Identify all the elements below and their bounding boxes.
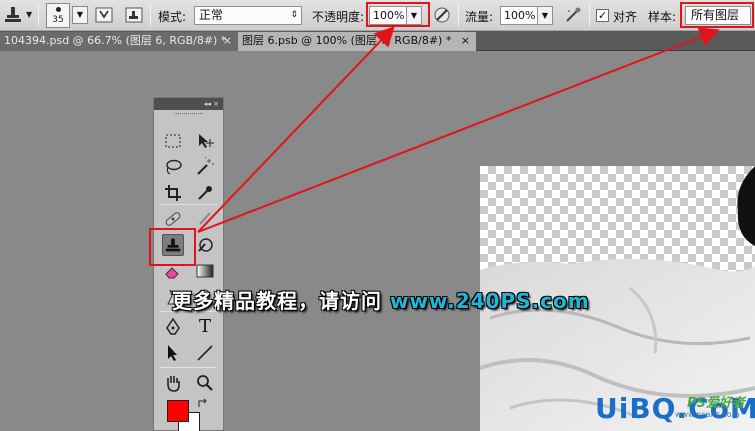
tab-label: 104394.psd @ 66.7% (图层 6, RGB/8#) *	[4, 34, 227, 47]
brush-icon[interactable]	[194, 208, 216, 230]
clone-stamp-tool-icon[interactable]	[2, 4, 24, 26]
logo-small-text: www.psahz.com	[675, 410, 740, 419]
blend-mode-select[interactable]: 正常 ⇕	[194, 6, 302, 25]
highlight-opacity-box	[366, 2, 430, 27]
logo-sub-text: PS爱好者	[687, 396, 745, 411]
chevron-updown-icon: ⇕	[290, 10, 298, 20]
aligned-label: 对齐	[613, 10, 638, 24]
promo-url[interactable]: www.240PS.com	[390, 289, 590, 313]
foreground-color-swatch[interactable]	[167, 400, 189, 422]
highlight-sample-box	[680, 2, 754, 28]
pressure-opacity-icon[interactable]	[432, 5, 452, 25]
arrow-to-opacity	[197, 26, 395, 233]
opacity-label: 不透明度:	[312, 10, 365, 24]
tool-preset-chevron-down-icon[interactable]: ▼	[26, 10, 32, 19]
brush-panel-icon[interactable]	[94, 5, 114, 25]
divider	[160, 204, 217, 205]
airbrush-icon[interactable]	[563, 5, 583, 25]
tab-label: 图层 6.psb @ 100% (图层 7, RGB/8#) *	[242, 34, 452, 47]
line-tool-icon[interactable]	[194, 342, 216, 364]
hand-tool-icon[interactable]	[162, 372, 184, 394]
close-icon[interactable]: ×	[461, 32, 470, 50]
tools-panel-header[interactable]: ◂◂ ×	[154, 98, 223, 110]
highlight-clone-stamp-box	[149, 228, 196, 266]
type-tool-icon[interactable]: T	[194, 316, 216, 338]
panel-grip[interactable]	[174, 113, 203, 121]
spot-healing-brush-icon[interactable]	[162, 208, 184, 230]
clone-source-panel-icon[interactable]	[124, 5, 144, 25]
flow-slider-dropdown[interactable]: ▼	[537, 6, 553, 25]
pen-tool-icon[interactable]	[162, 316, 184, 338]
swap-colors-icon[interactable]	[197, 398, 209, 410]
zoom-tool-icon[interactable]	[194, 372, 216, 394]
divider	[150, 4, 151, 26]
flow-label: 流量:	[465, 10, 494, 24]
tab-layer6-psb[interactable]: 图层 6.psb @ 100% (图层 7, RGB/8#) * ×	[238, 32, 476, 51]
promo-text: 更多精品教程，请访问	[172, 289, 390, 313]
brush-size-value: 35	[52, 15, 64, 25]
divider	[38, 4, 39, 26]
sample-label: 样本:	[648, 10, 677, 24]
mode-label: 模式:	[158, 10, 187, 24]
tab-104394-psd[interactable]: 104394.psd @ 66.7% (图层 6, RGB/8#) * ×	[0, 32, 238, 51]
tools-row: T	[154, 314, 223, 340]
tools-row	[154, 154, 223, 180]
history-brush-icon[interactable]	[194, 234, 216, 256]
path-selection-icon[interactable]	[162, 342, 184, 364]
brush-tip-icon	[56, 7, 61, 12]
photoshop-window: ▼ 35 ▼ 模式: 正常 ⇕ 不透明度: 100% ▼ 流量: 100% ▼ …	[0, 0, 755, 431]
tools-row	[154, 180, 223, 206]
watermark-logo: UiBQ.CoM PS爱好者 www.psahz.com	[595, 390, 755, 431]
divider	[160, 367, 217, 368]
magic-wand-icon[interactable]	[194, 156, 216, 178]
tools-row	[154, 340, 223, 366]
hair-silhouette	[737, 166, 755, 246]
brush-picker-dropdown[interactable]: ▼	[72, 6, 88, 24]
divider	[458, 4, 459, 26]
promo-banner: 更多精品教程，请访问 www.240PS.com	[172, 285, 590, 314]
move-tool-icon[interactable]	[194, 130, 216, 152]
rectangular-marquee-icon[interactable]	[162, 130, 184, 152]
tools-row	[154, 370, 223, 396]
blend-mode-value: 正常	[199, 8, 224, 22]
brush-preset-picker[interactable]: 35	[46, 3, 70, 28]
crop-icon[interactable]	[162, 182, 184, 204]
gradient-icon[interactable]	[194, 260, 216, 282]
document-tab-bar: 104394.psd @ 66.7% (图层 6, RGB/8#) * × 图层…	[0, 31, 755, 51]
tools-row	[154, 128, 223, 154]
close-icon[interactable]: ×	[223, 32, 232, 50]
lasso-icon[interactable]	[162, 156, 184, 178]
divider	[589, 4, 590, 26]
eyedropper-icon[interactable]	[194, 182, 216, 204]
flow-input[interactable]: 100%	[500, 6, 538, 25]
aligned-checkbox[interactable]: ✓	[596, 9, 609, 22]
